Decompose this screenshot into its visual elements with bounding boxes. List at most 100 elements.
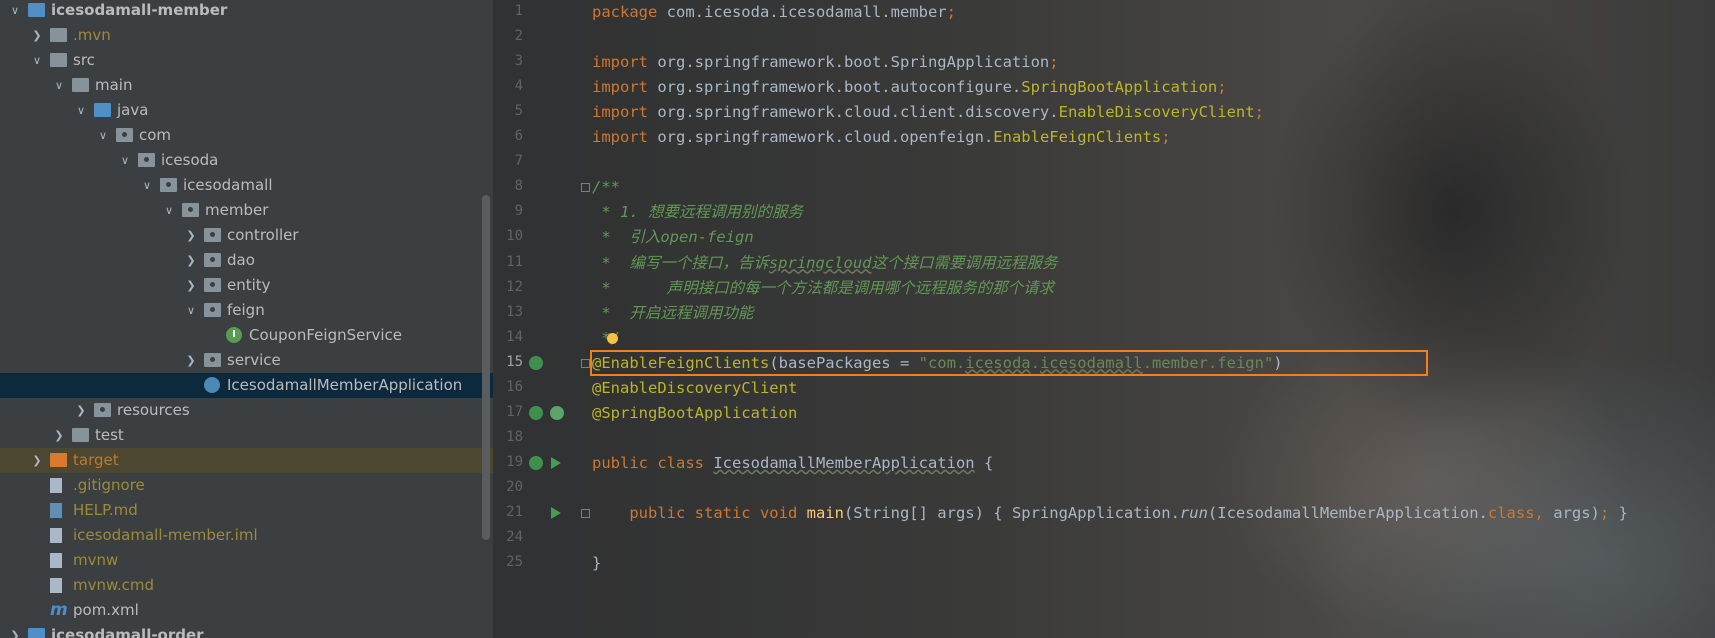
tree-item[interactable]: .gitignore (0, 473, 493, 498)
chevron-right-icon[interactable]: ❯ (30, 448, 44, 473)
code-line[interactable]: * 编写一个接口，告诉springcloud这个接口需要调用远程服务 (592, 250, 1057, 277)
tree-item[interactable]: ❯ resources (0, 398, 493, 423)
run-icon[interactable] (551, 507, 561, 519)
tree-item[interactable]: ❯ target (0, 448, 493, 473)
chevron-down-icon[interactable]: ∨ (118, 148, 132, 173)
tree-item[interactable]: ❯ entity (0, 273, 493, 298)
chevron-right-icon[interactable]: ❯ (52, 423, 66, 448)
chevron-down-icon[interactable]: ∨ (184, 298, 198, 323)
line-number: 19 (506, 453, 523, 470)
code-token: org.springframework.cloud.client.discove… (657, 103, 1059, 122)
chevron-right-icon[interactable]: ❯ (184, 348, 198, 373)
tree-item-label: .mvn (73, 26, 111, 44)
spring-bean-icon[interactable] (529, 405, 543, 420)
code-line[interactable]: public static void main(String[] args) {… (592, 500, 1628, 527)
chevron-right-icon[interactable]: ❯ (184, 273, 198, 298)
source-folder-icon (94, 103, 111, 117)
code-token: public class (592, 453, 714, 472)
code-token: org.springframework.boot.SpringApplicati… (657, 53, 1050, 72)
tree-item[interactable]: mvnw (0, 548, 493, 573)
code-editor[interactable]: 1 2 3 4 5 6 7 8 9 10 11 12 13 14 15 16 17 18 19 20 21 24 25 pa… (493, 0, 1715, 638)
code-line[interactable]: * 引入open-feign (592, 224, 753, 251)
fold-icon[interactable] (581, 358, 590, 368)
code-token: EnableFeignClients (993, 128, 1162, 147)
chevron-right-icon[interactable]: ❯ (74, 398, 88, 423)
tree-item[interactable]: ∨ java (0, 98, 493, 123)
tree-item-label: icesodamall (183, 176, 273, 194)
code-line[interactable]: @EnableDiscoveryClient (592, 375, 797, 402)
tree-item[interactable]: ❯ dao (0, 248, 493, 273)
folder-icon (50, 53, 67, 67)
code-line[interactable]: @SpringBootApplication (592, 400, 797, 427)
chevron-right-icon[interactable]: ❯ (30, 23, 44, 48)
run-icon[interactable] (551, 456, 561, 469)
tree-item[interactable]: ∨ main (0, 73, 493, 98)
fold-icon[interactable] (581, 183, 590, 193)
line-number: 4 (514, 78, 523, 95)
spring-config-icon[interactable] (550, 405, 564, 420)
chevron-down-icon[interactable]: ∨ (30, 48, 44, 73)
tree-item[interactable]: ∨ feign (0, 298, 493, 323)
code-line[interactable]: import org.springframework.cloud.openfei… (592, 124, 1171, 151)
tree-item[interactable]: icesodamall-member.iml (0, 523, 493, 548)
code-token: (IcesodamallMemberApplication. (1207, 504, 1488, 522)
chevron-right-icon[interactable]: ❯ (184, 223, 198, 248)
chevron-down-icon[interactable]: ∨ (162, 198, 176, 223)
code-line[interactable]: } (592, 550, 601, 577)
chevron-right-icon[interactable]: ❯ (184, 248, 198, 273)
line-number: 12 (506, 278, 523, 295)
tree-item[interactable]: mvnw.cmd (0, 573, 493, 598)
line-number: 20 (506, 478, 523, 495)
chevron-right-icon[interactable]: ❯ (8, 623, 22, 638)
code-line[interactable]: * 开启远程调用功能 (592, 300, 753, 327)
tree-item[interactable]: ❯ service (0, 348, 493, 373)
chevron-down-icon[interactable]: ∨ (140, 173, 154, 198)
tree-item-label: resources (117, 401, 190, 419)
tree-item[interactable]: ❯ test (0, 423, 493, 448)
chevron-down-icon[interactable]: ∨ (74, 98, 88, 123)
chevron-down-icon[interactable]: ∨ (8, 0, 22, 23)
tree-item[interactable]: I CouponFeignService (0, 323, 493, 348)
code-line[interactable]: import org.springframework.boot.SpringAp… (592, 49, 1059, 76)
file-icon (50, 478, 62, 493)
code-line[interactable]: public class IcesodamallMemberApplicatio… (592, 450, 993, 477)
code-line[interactable]: * 1. 想要远程调用别的服务 (592, 199, 803, 226)
spring-bean-icon[interactable] (529, 355, 543, 370)
tree-item[interactable]: ∨ icesodamall (0, 173, 493, 198)
tree-item[interactable]: ∨ icesoda (0, 148, 493, 173)
code-token: springcloud (768, 253, 872, 272)
lightbulb-icon[interactable] (607, 333, 618, 344)
tree-item-label: pom.xml (73, 601, 139, 619)
tree-item[interactable]: ∨ src (0, 48, 493, 73)
tree-item[interactable]: HELP.md (0, 498, 493, 523)
tree-item[interactable]: ∨ com (0, 123, 493, 148)
code-line[interactable]: import org.springframework.cloud.client.… (592, 99, 1264, 126)
tree-item-label: icesoda (161, 151, 219, 169)
code-token: import (592, 128, 658, 147)
tree-item[interactable]: ∨ icesodamall-member (0, 0, 493, 23)
tree-item[interactable]: ❯ controller (0, 223, 493, 248)
spring-bean-icon[interactable] (529, 455, 543, 470)
package-icon (204, 278, 221, 292)
code-line[interactable]: /** (592, 174, 620, 201)
code-line[interactable]: * 声明接口的每一个方法都是调用哪个远程服务的那个请求 (592, 275, 1054, 302)
line-number: 24 (506, 529, 523, 546)
project-tree-scrollbar[interactable] (482, 195, 490, 540)
tree-item[interactable]: ❯ icesodamall-order (0, 623, 493, 638)
tree-item[interactable]: m pom.xml (0, 598, 493, 623)
code-token: public static void (629, 504, 807, 522)
tree-item[interactable]: ❯ .mvn (0, 23, 493, 48)
spring-boot-class-icon (204, 377, 220, 393)
tree-item[interactable]: IcesodamallMemberApplication (0, 373, 493, 398)
code-token: @EnableDiscoveryClient (592, 378, 798, 397)
chevron-down-icon[interactable]: ∨ (52, 73, 66, 98)
line-number: 15 (506, 353, 523, 370)
fold-icon[interactable] (581, 509, 590, 518)
code-line[interactable]: import org.springframework.boot.autoconf… (592, 74, 1227, 101)
chevron-down-icon[interactable]: ∨ (96, 123, 110, 148)
line-number: 10 (506, 228, 523, 245)
code-line[interactable]: package com.icesoda.icesodamall.member; (592, 0, 956, 26)
tree-item-label: dao (227, 251, 255, 269)
tree-item[interactable]: ∨ member (0, 198, 493, 223)
line-number: 11 (506, 253, 523, 270)
